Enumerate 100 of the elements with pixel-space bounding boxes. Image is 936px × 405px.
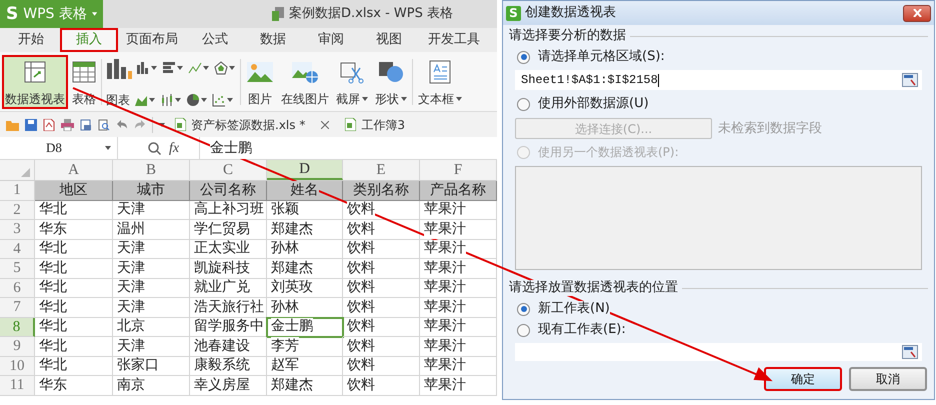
undo-icon[interactable] <box>116 118 128 130</box>
status-text: 未检索到数据字段 <box>718 120 822 136</box>
ribbon-tab[interactable]: 视图 <box>360 28 418 52</box>
pivot-button[interactable]: 数据透视表 <box>2 54 68 108</box>
pdf-icon[interactable] <box>43 118 55 130</box>
chart-type-dropdown[interactable] <box>187 60 210 74</box>
range-picker-icon[interactable] <box>902 345 918 359</box>
range-picker-icon[interactable] <box>902 73 918 87</box>
chart-type-dropdown[interactable] <box>213 60 236 74</box>
ribbon-tab[interactable]: 页面布局 <box>118 28 186 52</box>
row-header[interactable]: 3 <box>0 220 35 240</box>
chart-type-dropdown[interactable] <box>135 60 158 74</box>
ribbon-tab[interactable]: 审阅 <box>302 28 360 52</box>
preview-icon[interactable] <box>98 118 110 130</box>
table-cell: 凯旋科技 <box>190 259 267 278</box>
row-header[interactable]: 5 <box>0 259 35 278</box>
caret-icon <box>229 66 235 70</box>
table-cell: 孙林 <box>267 298 343 318</box>
column-header[interactable]: E <box>343 160 420 180</box>
table-cell: 赵军 <box>267 356 343 376</box>
table-cell: 北京 <box>113 318 190 337</box>
picture-button[interactable]: 图片 <box>243 54 277 108</box>
section-heading: 请选择放置数据透视表的位置 <box>509 280 678 296</box>
caret-icon <box>203 66 209 70</box>
shape-button[interactable]: 形状 <box>372 54 410 108</box>
name-box[interactable]: D8 <box>0 137 118 159</box>
table-cell: 华北 <box>35 240 113 259</box>
ribbon-tab[interactable]: 公式 <box>186 28 244 52</box>
screenshot-button[interactable]: 截屏 <box>333 54 371 108</box>
bar-chart-icon[interactable] <box>106 56 132 78</box>
zoom-icon[interactable] <box>148 142 161 154</box>
textbox-button[interactable]: 文本框 <box>415 54 465 108</box>
column-header[interactable]: B <box>113 160 190 180</box>
caret-icon <box>105 146 111 150</box>
table-cell: 华北 <box>35 318 113 337</box>
ribbon-tab[interactable]: 插入 <box>60 28 118 52</box>
online-picture-button[interactable]: 在线图片 <box>278 54 332 108</box>
spreadsheet-icon <box>345 118 356 131</box>
close-icon[interactable] <box>321 120 330 128</box>
ribbon-tab[interactable]: 数据 <box>244 28 302 52</box>
caret-icon <box>362 96 368 100</box>
chart-type-dropdown[interactable] <box>211 92 234 106</box>
column-header[interactable]: A <box>35 160 113 180</box>
ok-button[interactable]: 确定 <box>764 367 842 391</box>
app-logo: S <box>506 6 521 20</box>
radio-button[interactable] <box>517 324 530 336</box>
ribbon-tab[interactable]: 开始 <box>2 28 60 52</box>
print-icon[interactable] <box>61 118 74 130</box>
row-header[interactable]: 7 <box>0 298 35 318</box>
caret-icon <box>151 66 157 70</box>
row-header[interactable]: 9 <box>0 337 35 356</box>
window-title: 案例数据D.xlsx - WPS 表格 <box>289 5 453 24</box>
table-cell: 华北 <box>35 356 113 376</box>
chart-type-dropdown[interactable] <box>185 92 208 106</box>
range-field[interactable]: Sheet1!$A$1:$I$2158 <box>515 70 922 90</box>
close-button[interactable] <box>903 4 931 22</box>
table-cell: 华北 <box>35 298 113 318</box>
table-icon <box>72 60 96 84</box>
radio-label: 新工作表(N) <box>538 301 610 317</box>
ribbon-tab[interactable]: 开发工具 <box>418 28 490 52</box>
table-cell: 张家口 <box>113 356 190 376</box>
save-icon[interactable] <box>25 118 37 130</box>
row-header[interactable]: 10 <box>0 356 35 376</box>
radio-button[interactable] <box>517 50 530 64</box>
column-header[interactable]: D <box>267 160 343 180</box>
file-tab[interactable]: 工作簿3 <box>341 114 409 136</box>
print-preview-icon[interactable] <box>80 118 92 130</box>
corner-triangle-icon <box>21 168 30 177</box>
column-header[interactable]: F <box>420 160 497 180</box>
chart-type-dropdown[interactable] <box>159 92 182 106</box>
table-cell: 饮料 <box>343 356 420 376</box>
table-cell: 李芳 <box>267 337 343 356</box>
row-header[interactable]: 4 <box>0 240 35 259</box>
radio-button[interactable] <box>517 98 530 110</box>
pivot-table-icon <box>23 60 47 84</box>
radio-label: 使用外部数据源(U) <box>538 96 649 112</box>
row-header[interactable]: 11 <box>0 376 35 396</box>
header-cell: 地区 <box>35 181 113 200</box>
insert-function-button[interactable]: fx <box>169 138 180 158</box>
column-chart-icon <box>136 60 150 74</box>
row-header[interactable]: 6 <box>0 278 35 298</box>
table-cell: 正太实业 <box>190 240 267 259</box>
location-field[interactable] <box>515 343 922 361</box>
bar-chart-icon <box>162 60 176 74</box>
chart-type-dropdown[interactable] <box>161 60 184 74</box>
caret-icon <box>177 66 183 70</box>
row-header[interactable]: 2 <box>0 200 35 220</box>
table-cell: 苹果汁 <box>420 337 497 356</box>
row-header[interactable]: 1 <box>0 181 35 200</box>
scissors-icon <box>338 60 366 84</box>
picture-icon <box>246 60 274 84</box>
table-cell: 刘英玫 <box>267 278 343 298</box>
table-cell: 苹果汁 <box>420 376 497 396</box>
formula-field[interactable]: 金士鹏 <box>200 137 497 159</box>
radio-label: 请选择单元格区域(S): <box>538 49 665 65</box>
table-cell: 南京 <box>113 376 190 396</box>
text-box-icon <box>428 60 452 84</box>
cancel-button[interactable]: 取消 <box>849 367 927 391</box>
radio-button[interactable] <box>517 302 530 316</box>
table-cell: 就业广兑 <box>190 278 267 298</box>
